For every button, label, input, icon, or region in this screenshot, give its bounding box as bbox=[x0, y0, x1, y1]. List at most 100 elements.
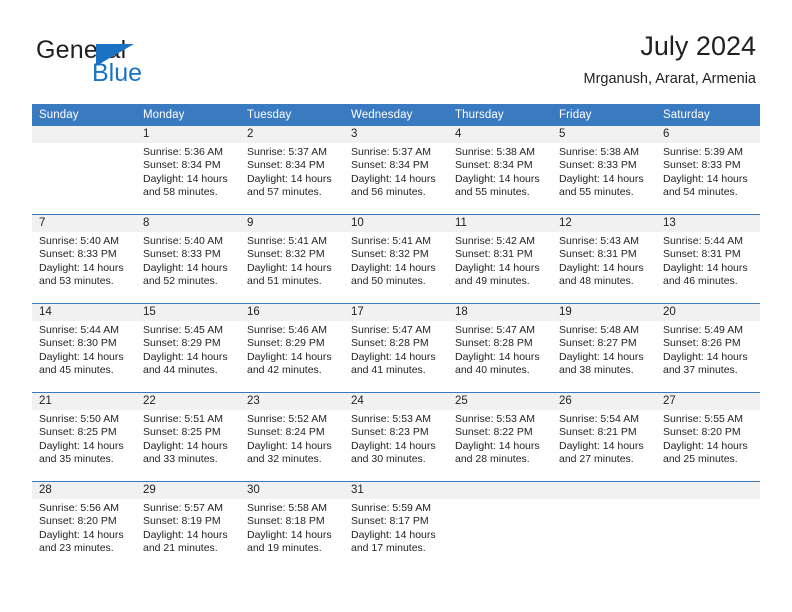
sunset-text: Sunset: 8:25 PM bbox=[39, 426, 117, 439]
day-detail-cell[interactable]: Sunrise: 5:57 AM Sunset: 8:19 PM Daylight:… bbox=[136, 499, 240, 570]
day-detail-cell[interactable]: Sunrise: 5:40 AM Sunset: 8:33 PM Daylight:… bbox=[32, 232, 136, 303]
day-number-cell[interactable]: 8 bbox=[136, 215, 240, 232]
daylight-text-line2: and 40 minutes. bbox=[455, 364, 530, 377]
day-number-cell[interactable]: 16 bbox=[240, 304, 344, 321]
day-detail-cell[interactable]: Sunrise: 5:39 AM Sunset: 8:33 PM Daylight:… bbox=[656, 143, 760, 214]
day-detail-cell[interactable]: Sunrise: 5:48 AM Sunset: 8:27 PM Daylight:… bbox=[552, 321, 656, 392]
sunrise-text: Sunrise: 5:40 AM bbox=[39, 235, 119, 247]
sunrise-text: Sunrise: 5:44 AM bbox=[39, 324, 119, 336]
daylight-text-line1: Daylight: 14 hours bbox=[559, 261, 644, 274]
sunrise-text: Sunrise: 5:37 AM bbox=[247, 146, 327, 158]
day-detail-cell[interactable]: Sunrise: 5:47 AM Sunset: 8:28 PM Daylight:… bbox=[448, 321, 552, 392]
sunset-text: Sunset: 8:22 PM bbox=[455, 426, 533, 439]
day-number-cell[interactable]: 21 bbox=[32, 393, 136, 410]
day-detail-cell[interactable]: Sunrise: 5:44 AM Sunset: 8:31 PM Daylight:… bbox=[656, 232, 760, 303]
daylight-text-line1: Daylight: 14 hours bbox=[559, 350, 644, 363]
day-detail-cell[interactable]: Sunrise: 5:53 AM Sunset: 8:23 PM Daylight:… bbox=[344, 410, 448, 481]
day-number-cell[interactable]: 2 bbox=[240, 126, 344, 143]
daylight-text-line1: Daylight: 14 hours bbox=[455, 172, 540, 185]
sunset-text: Sunset: 8:29 PM bbox=[143, 337, 221, 350]
daylight-text-line2: and 17 minutes. bbox=[351, 542, 426, 555]
day-number-cell[interactable]: 20 bbox=[656, 304, 760, 321]
day-detail-cell[interactable]: Sunrise: 5:53 AM Sunset: 8:22 PM Daylight:… bbox=[448, 410, 552, 481]
sunset-text: Sunset: 8:28 PM bbox=[351, 337, 429, 350]
day-number-cell[interactable]: 5 bbox=[552, 126, 656, 143]
day-number-cell[interactable]: 15 bbox=[136, 304, 240, 321]
day-number-cell[interactable]: 31 bbox=[344, 482, 448, 499]
page-title: July 2024 bbox=[640, 31, 756, 61]
daylight-text-line2: and 28 minutes. bbox=[455, 453, 530, 466]
day-number-cell[interactable]: 12 bbox=[552, 215, 656, 232]
day-number-cell[interactable]: 29 bbox=[136, 482, 240, 499]
general-blue-logo[interactable]: General Blue bbox=[36, 36, 276, 92]
sunrise-text: Sunrise: 5:38 AM bbox=[559, 146, 639, 158]
day-detail-cell[interactable]: Sunrise: 5:38 AM Sunset: 8:33 PM Daylight:… bbox=[552, 143, 656, 214]
day-number-cell[interactable]: 19 bbox=[552, 304, 656, 321]
day-detail-cell[interactable]: Sunrise: 5:56 AM Sunset: 8:20 PM Daylight:… bbox=[32, 499, 136, 570]
day-number-cell[interactable]: 17 bbox=[344, 304, 448, 321]
day-detail-cell[interactable]: Sunrise: 5:38 AM Sunset: 8:34 PM Daylight:… bbox=[448, 143, 552, 214]
day-number-cell[interactable]: 1 bbox=[136, 126, 240, 143]
day-detail-cell[interactable]: Sunrise: 5:45 AM Sunset: 8:29 PM Daylight:… bbox=[136, 321, 240, 392]
sunset-text: Sunset: 8:17 PM bbox=[351, 515, 429, 528]
day-number-cell[interactable]: 30 bbox=[240, 482, 344, 499]
day-detail-cell[interactable]: Sunrise: 5:55 AM Sunset: 8:20 PM Daylight:… bbox=[656, 410, 760, 481]
day-detail-cell[interactable]: Sunrise: 5:44 AM Sunset: 8:30 PM Daylight:… bbox=[32, 321, 136, 392]
day-detail-cell[interactable]: Sunrise: 5:41 AM Sunset: 8:32 PM Daylight:… bbox=[240, 232, 344, 303]
day-detail-cell[interactable]: Sunrise: 5:42 AM Sunset: 8:31 PM Daylight:… bbox=[448, 232, 552, 303]
day-number-cell[interactable]: 28 bbox=[32, 482, 136, 499]
day-number-cell[interactable]: 4 bbox=[448, 126, 552, 143]
sunset-text: Sunset: 8:28 PM bbox=[455, 337, 533, 350]
week-daynumber-row: 7 8 9 10 11 12 13 bbox=[32, 215, 760, 232]
day-detail-cell[interactable]: Sunrise: 5:54 AM Sunset: 8:21 PM Daylight:… bbox=[552, 410, 656, 481]
day-detail-cell[interactable]: Sunrise: 5:47 AM Sunset: 8:28 PM Daylight:… bbox=[344, 321, 448, 392]
day-number-cell-empty bbox=[32, 126, 136, 143]
daylight-text-line2: and 42 minutes. bbox=[247, 364, 322, 377]
day-detail-cell[interactable]: Sunrise: 5:43 AM Sunset: 8:31 PM Daylight:… bbox=[552, 232, 656, 303]
daylight-text-line2: and 58 minutes. bbox=[143, 186, 218, 199]
day-detail-cell[interactable]: Sunrise: 5:52 AM Sunset: 8:24 PM Daylight:… bbox=[240, 410, 344, 481]
day-number-cell[interactable]: 18 bbox=[448, 304, 552, 321]
daylight-text-line1: Daylight: 14 hours bbox=[39, 350, 124, 363]
day-detail-cell[interactable]: Sunrise: 5:58 AM Sunset: 8:18 PM Daylight:… bbox=[240, 499, 344, 570]
day-detail-cell[interactable]: Sunrise: 5:37 AM Sunset: 8:34 PM Daylight:… bbox=[240, 143, 344, 214]
day-number-cell[interactable]: 23 bbox=[240, 393, 344, 410]
day-detail-cell[interactable]: Sunrise: 5:46 AM Sunset: 8:29 PM Daylight:… bbox=[240, 321, 344, 392]
daylight-text-line1: Daylight: 14 hours bbox=[663, 261, 748, 274]
day-number-cell-empty bbox=[448, 482, 552, 499]
day-number-cell-empty bbox=[656, 482, 760, 499]
week-detail-row: Sunrise: 5:56 AM Sunset: 8:20 PM Daylight:… bbox=[32, 499, 760, 570]
day-number-cell[interactable]: 10 bbox=[344, 215, 448, 232]
day-number-cell[interactable]: 14 bbox=[32, 304, 136, 321]
day-number-cell[interactable]: 7 bbox=[32, 215, 136, 232]
day-number-cell[interactable]: 25 bbox=[448, 393, 552, 410]
day-number-cell[interactable]: 27 bbox=[656, 393, 760, 410]
sunset-text: Sunset: 8:27 PM bbox=[559, 337, 637, 350]
day-detail-cell[interactable]: Sunrise: 5:41 AM Sunset: 8:32 PM Daylight:… bbox=[344, 232, 448, 303]
day-number-cell[interactable]: 22 bbox=[136, 393, 240, 410]
sunset-text: Sunset: 8:20 PM bbox=[663, 426, 741, 439]
daylight-text-line2: and 51 minutes. bbox=[247, 275, 322, 288]
day-number-cell[interactable]: 26 bbox=[552, 393, 656, 410]
day-detail-cell[interactable]: Sunrise: 5:36 AM Sunset: 8:34 PM Daylight:… bbox=[136, 143, 240, 214]
day-detail-cell[interactable]: Sunrise: 5:40 AM Sunset: 8:33 PM Daylight:… bbox=[136, 232, 240, 303]
day-detail-cell[interactable]: Sunrise: 5:49 AM Sunset: 8:26 PM Daylight:… bbox=[656, 321, 760, 392]
day-number-cell[interactable]: 9 bbox=[240, 215, 344, 232]
weekday-header-row: Sunday Monday Tuesday Wednesday Thursday… bbox=[32, 104, 760, 126]
day-number-cell[interactable]: 11 bbox=[448, 215, 552, 232]
day-detail-cell[interactable]: Sunrise: 5:59 AM Sunset: 8:17 PM Daylight:… bbox=[344, 499, 448, 570]
daylight-text-line2: and 23 minutes. bbox=[39, 542, 114, 555]
day-detail-cell[interactable]: Sunrise: 5:50 AM Sunset: 8:25 PM Daylight:… bbox=[32, 410, 136, 481]
day-detail-cell[interactable]: Sunrise: 5:37 AM Sunset: 8:34 PM Daylight:… bbox=[344, 143, 448, 214]
day-detail-cell[interactable]: Sunrise: 5:51 AM Sunset: 8:25 PM Daylight:… bbox=[136, 410, 240, 481]
sunset-text: Sunset: 8:33 PM bbox=[663, 159, 741, 172]
day-number-cell[interactable]: 3 bbox=[344, 126, 448, 143]
day-number-cell[interactable]: 6 bbox=[656, 126, 760, 143]
sunrise-text: Sunrise: 5:47 AM bbox=[351, 324, 431, 336]
daylight-text-line2: and 19 minutes. bbox=[247, 542, 322, 555]
week-daynumber-row: 123456 bbox=[32, 126, 760, 143]
daylight-text-line1: Daylight: 14 hours bbox=[143, 172, 228, 185]
calendar-body: 1 2 3 4 5 6 Sunrise: 5:36 AM Sunset: 8:34 PM Day… bbox=[32, 126, 760, 570]
day-number-cell[interactable]: 13 bbox=[656, 215, 760, 232]
day-number-cell[interactable]: 24 bbox=[344, 393, 448, 410]
